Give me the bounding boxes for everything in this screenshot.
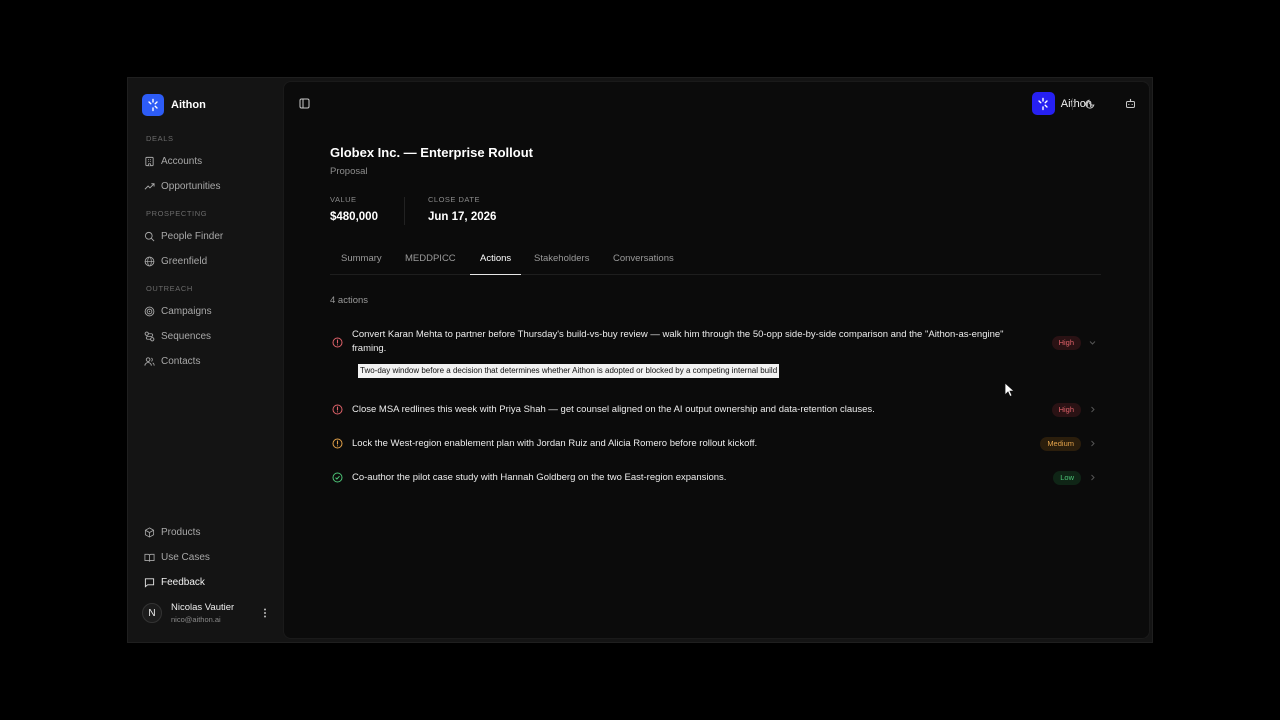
sidebar-item-accounts[interactable]: Accounts [142,149,220,174]
sidebar-item-greenfield[interactable]: Greenfield [142,249,223,274]
sidebar-item-contacts[interactable]: Contacts [142,349,212,374]
chevron-right-icon [1091,406,1095,413]
sidebar-toggle-icon [299,98,309,108]
alert-circle-icon [332,438,343,449]
brand-name: Aithon [171,99,206,111]
sidebar-item-label: Products [161,527,201,538]
sidebar-item-label: Use Cases [161,552,210,563]
app-window: Aithon DEALS Accounts Opportunities PROS… [127,77,1153,643]
sidebar-item-opportunities[interactable]: Opportunities [142,174,220,199]
tab-conversations[interactable]: Conversations [613,248,674,275]
sidebar-item-label: Campaigns [161,306,212,317]
sidebar-item-label: Contacts [161,356,201,367]
sidebar-item-campaigns[interactable]: Campaigns [142,299,212,324]
nav-heading: DEALS [146,134,174,143]
sidebar-item-people-finder[interactable]: People Finder [142,224,223,249]
sidebar-item-label: Greenfield [161,256,208,267]
globe-icon [144,256,155,267]
action-item[interactable]: Convert Karan Mehta to partner before Th… [330,328,1101,358]
moon-icon [1084,99,1094,109]
nav-section-outreach: OUTREACH Campaigns Sequences Contacts [142,284,212,374]
topbar-divider [1072,98,1073,110]
assistant-button[interactable] [1121,94,1139,112]
page-title: Globex Inc. — Enterprise Rollout [330,145,533,160]
priority-badge: Medium [1040,437,1081,451]
search-icon [144,231,155,242]
sidebar-toggle-button[interactable] [295,94,313,112]
aithon-logo-icon [1031,92,1055,115]
tab-actions[interactable]: Actions [470,248,522,275]
nav-section-prospecting: PROSPECTING People Finder Greenfield [142,209,223,274]
message-icon [144,578,155,588]
action-tooltip: Two-day window before a decision that de… [358,364,780,378]
user-name: Nicolas Vautier [171,602,235,613]
action-item[interactable]: Co-author the pilot case study with Hann… [330,470,1101,486]
box-icon [144,527,155,538]
trending-up-icon [144,183,155,190]
sidebar-item-label: Feedback [161,577,205,588]
target-icon [144,306,155,317]
brand[interactable]: Aithon [142,94,206,116]
book-icon [144,553,155,562]
priority-badge: High [1051,336,1081,350]
user-info: Nicolas Vautier nico@aithon.ai [171,602,234,624]
metric-divider [404,197,405,225]
sidebar: Aithon DEALS Accounts Opportunities PROS… [128,78,283,642]
sidebar-item-feedback[interactable]: Feedback [142,570,210,595]
main-panel: Aithon Globex Inc. — Enterprise Rollout … [283,81,1150,639]
sidebar-item-products[interactable]: Products [142,520,210,545]
metric-close-date: CLOSE DATE Jun 17, 2026 [428,195,496,223]
tab-stakeholders[interactable]: Stakeholders [534,248,589,275]
priority-badge: High [1051,403,1081,417]
nav-section-deals: DEALS Accounts Opportunities [142,134,220,199]
action-text: Convert Karan Mehta to partner before Th… [352,329,1004,354]
mouse-cursor-icon [1004,382,1016,398]
chevron-right-icon [1091,440,1095,447]
alert-circle-icon [332,337,343,348]
avatar: N [142,603,162,623]
user-email: nico@aithon.ai [171,615,221,624]
deal-stage: Proposal [330,166,368,177]
metric-label: CLOSE DATE [428,195,480,204]
building-icon [145,156,154,167]
users-icon [144,357,155,366]
action-count: 4 actions [330,295,369,306]
close-date: Jun 17, 2026 [428,211,497,223]
sidebar-item-use-cases[interactable]: Use Cases [142,545,210,570]
chevron-right-icon [1091,474,1095,481]
nav-heading: OUTREACH [146,284,193,293]
sidebar-item-label: Opportunities [161,181,221,192]
more-vertical-icon[interactable] [258,606,272,620]
user-card[interactable]: N Nicolas Vautier nico@aithon.ai [142,598,272,628]
nav-section-bottom: Products Use Cases Feedback [142,520,210,595]
nav-heading: PROSPECTING [146,209,208,218]
alert-circle-icon [332,404,343,415]
sequence-icon [144,331,155,342]
action-item[interactable]: Lock the West-region enablement plan wit… [330,436,1101,452]
action-item[interactable]: Close MSA redlines this week with Priya … [330,402,1101,418]
sidebar-item-label: Sequences [161,331,212,342]
action-text: Co-author the pilot case study with Hann… [352,472,727,483]
bot-icon [1125,98,1135,108]
check-circle-icon [332,472,343,483]
theme-toggle-button[interactable] [1081,94,1099,112]
tab-bar: Summary MEDDPICC Actions Stakeholders Co… [330,248,1101,275]
sidebar-item-label: Accounts [161,156,203,167]
tab-summary[interactable]: Summary [341,248,382,275]
tab-meddpicc[interactable]: MEDDPICC [405,248,456,275]
deal-value: $480,000 [330,211,378,223]
sidebar-item-sequences[interactable]: Sequences [142,324,212,349]
action-text: Close MSA redlines this week with Priya … [352,404,875,415]
action-text: Lock the West-region enablement plan wit… [352,438,758,449]
sidebar-item-label: People Finder [161,231,224,242]
metric-label: VALUE [330,195,357,204]
aithon-logo-icon [142,94,164,116]
chevron-down-icon [1089,341,1096,345]
metric-value: VALUE $480,000 [330,195,378,223]
priority-badge: Low [1053,471,1081,485]
